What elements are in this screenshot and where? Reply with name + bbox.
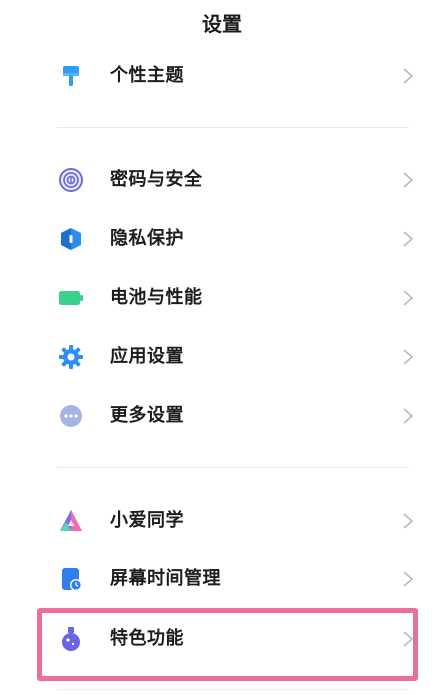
theme-brush-icon: [57, 62, 85, 90]
settings-item-screen-time[interactable]: 屏幕时间管理: [0, 551, 444, 609]
xiaoai-icon: [57, 507, 85, 535]
section-divider: [57, 689, 409, 690]
settings-item-label: 小爱同学: [110, 510, 184, 531]
privacy-shield-icon: [57, 225, 85, 253]
chevron-right-icon: [402, 230, 414, 248]
chevron-right-icon: [402, 570, 414, 588]
chevron-right-icon: [402, 348, 414, 366]
section-divider: [57, 127, 409, 128]
settings-item-privacy[interactable]: 隐私保护: [0, 211, 444, 269]
section-divider: [57, 467, 409, 468]
settings-item-more-settings[interactable]: 更多设置: [0, 388, 444, 446]
settings-item-password-security[interactable]: 密码与安全: [0, 152, 444, 210]
settings-item-label: 电池与性能: [110, 287, 203, 308]
highlight-box: [37, 608, 418, 681]
battery-icon: [57, 284, 85, 312]
settings-item-label: 密码与安全: [110, 169, 203, 190]
settings-item-label: 屏幕时间管理: [110, 568, 221, 589]
more-dots-icon: [57, 402, 85, 430]
chevron-right-icon: [402, 512, 414, 530]
fingerprint-icon: [57, 166, 85, 194]
settings-item-label: 隐私保护: [110, 228, 184, 249]
settings-item-label: 应用设置: [110, 346, 184, 367]
chevron-right-icon: [402, 171, 414, 189]
settings-item-battery[interactable]: 电池与性能: [0, 270, 444, 328]
chevron-right-icon: [402, 289, 414, 307]
settings-item-label: 更多设置: [110, 405, 184, 426]
app-gear-icon: [57, 343, 85, 371]
page-title: 设置: [202, 12, 242, 36]
settings-item-theme[interactable]: 个性主题: [0, 48, 444, 106]
settings-item-label: 个性主题: [110, 65, 184, 86]
chevron-right-icon: [402, 407, 414, 425]
chevron-right-icon: [402, 67, 414, 85]
settings-item-xiaoai[interactable]: 小爱同学: [0, 493, 444, 551]
screen-time-icon: [57, 565, 85, 593]
settings-item-app-settings[interactable]: 应用设置: [0, 329, 444, 387]
